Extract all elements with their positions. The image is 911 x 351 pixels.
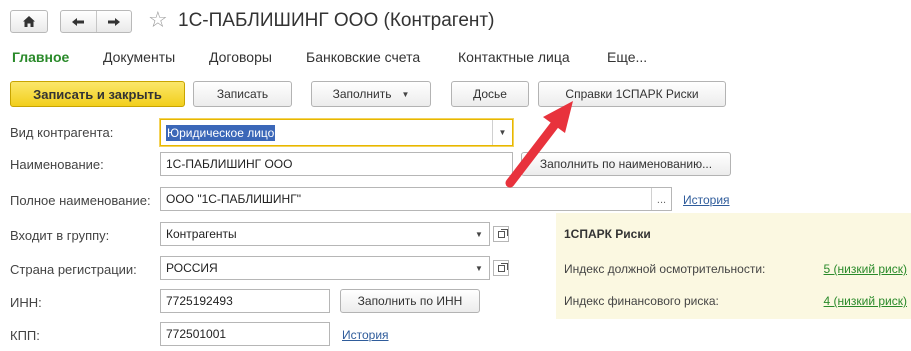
name-value: 1С-ПАБЛИШИНГ ООО [166,157,293,171]
fill-button[interactable]: Заполнить ▼ [311,81,431,107]
tab-contracts[interactable]: Договоры [209,48,272,66]
spark-reports-button[interactable]: Справки 1СПАРК Риски [538,81,726,107]
financial-risk-index-value[interactable]: 4 (низкий риск) [824,294,907,308]
spark-risks-title: 1СПАРК Риски [564,227,651,241]
dropdown-icon[interactable]: ▼ [492,120,512,145]
due-diligence-index-value[interactable]: 5 (низкий риск) [824,262,907,276]
group-select[interactable]: Контрагенты ▼ [160,222,490,246]
kpp-value: 772501001 [166,327,227,341]
name-input[interactable]: 1С-ПАБЛИШИНГ ООО [160,152,513,176]
fill-by-inn-label: Заполнить по ИНН [357,294,463,308]
fill-by-name-button[interactable]: Заполнить по наименованию... [521,152,731,176]
full-name-value: ООО "1С-ПАБЛИШИНГ" [166,192,301,206]
page-title: 1С-ПАБЛИШИНГ ООО (Контрагент) [178,10,495,31]
country-value: РОССИЯ [166,261,218,275]
dropdown-icon: ▼ [401,89,410,99]
home-icon [23,16,35,27]
full-name-history-link[interactable]: История [683,193,730,207]
kpp-history-link[interactable]: История [342,328,389,342]
country-label: Страна регистрации: [10,262,137,277]
due-diligence-index-label: Индекс должной осмотрительности: [564,262,766,276]
group-value: Контрагенты [166,227,237,241]
name-label: Наименование: [10,157,104,172]
full-name-input[interactable]: ООО "1С-ПАБЛИШИНГ" ... [160,187,672,211]
dropdown-icon[interactable]: ▼ [469,223,489,245]
home-button[interactable] [10,10,48,33]
tab-more[interactable]: Еще... [607,48,647,66]
spark-risks-panel: 1СПАРК Риски Индекс должной осмотрительн… [556,213,911,319]
financial-risk-index-label: Индекс финансового риска: [564,294,719,308]
dropdown-icon[interactable]: ▼ [469,257,489,279]
ellipsis-icon[interactable]: ... [651,188,671,210]
tab-main[interactable]: Главное [12,48,69,66]
save-and-close-label: Записать и закрыть [33,86,162,102]
forward-button[interactable] [95,11,132,32]
fill-by-name-label: Заполнить по наименованию... [539,157,713,171]
country-select[interactable]: РОССИЯ ▼ [160,256,490,280]
save-button[interactable]: Записать [193,81,292,107]
inn-label: ИНН: [10,295,42,310]
tab-contact-persons[interactable]: Контактные лица [458,48,570,66]
back-button[interactable] [61,11,96,32]
kind-value: Юридическое лицо [166,124,276,141]
open-form-icon[interactable] [493,260,509,276]
tab-documents[interactable]: Документы [103,48,175,66]
forward-arrow-icon [107,17,120,26]
full-name-label: Полное наименование: [10,193,151,208]
inn-value: 7725192493 [166,294,233,308]
tab-bank-accounts[interactable]: Банковские счета [306,48,420,66]
kpp-input[interactable]: 772501001 [160,322,330,346]
kind-label: Вид контрагента: [10,125,114,140]
inn-input[interactable]: 7725192493 [160,289,330,313]
dossier-label: Досье [473,87,507,101]
kpp-label: КПП: [10,328,40,343]
fill-by-inn-button[interactable]: Заполнить по ИНН [340,289,480,313]
kind-select[interactable]: Юридическое лицо ▼ [160,119,513,146]
group-label: Входит в группу: [10,228,110,243]
save-label: Записать [216,87,269,101]
save-and-close-button[interactable]: Записать и закрыть [10,81,185,107]
favorite-star-icon[interactable]: ☆ [148,8,168,32]
spark-reports-label: Справки 1СПАРК Риски [565,87,699,101]
history-navigation [60,10,132,33]
dossier-button[interactable]: Досье [451,81,529,107]
open-form-icon[interactable] [493,226,509,242]
back-arrow-icon [72,17,85,26]
fill-label: Заполнить [332,87,392,101]
